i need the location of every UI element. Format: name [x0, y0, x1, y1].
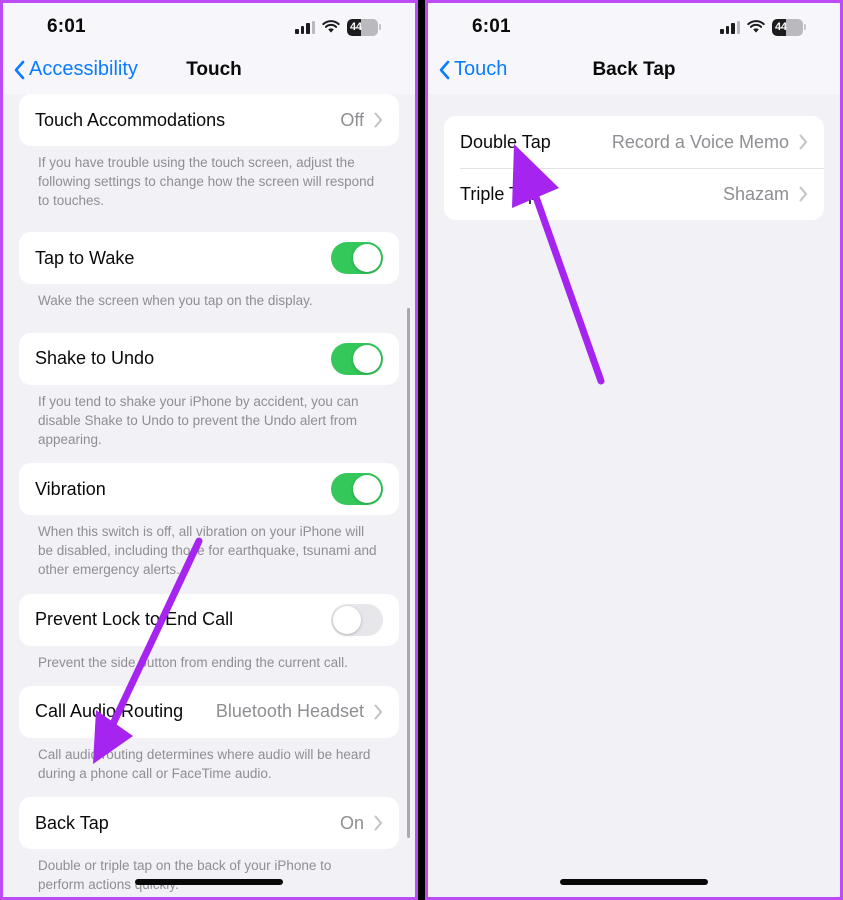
row-label: Touch Accommodations — [35, 109, 226, 130]
row-value: Shazam — [722, 183, 789, 204]
left-settings-list: Touch Accommodations Off If you have tro… — [3, 94, 415, 894]
home-indicator — [560, 879, 708, 885]
footnote-tap-to-wake: Wake the screen when you tap on the disp… — [38, 293, 313, 309]
row-label: Shake to Undo — [35, 348, 155, 369]
card-call-audio-routing: Call Audio Routing Bluetooth Headset — [19, 685, 399, 738]
right-phone-screen: 6:01 44 Touch Back Tap Double Tap Record… — [428, 3, 840, 897]
row-prevent-lock-to-end-call[interactable]: Prevent Lock to End Call — [19, 594, 399, 646]
status-bar-time: 6:01 — [47, 16, 86, 37]
chevron-right-icon — [799, 186, 808, 202]
row-label: Double Tap — [460, 131, 551, 152]
row-tap-to-wake[interactable]: Tap to Wake — [19, 232, 399, 284]
right-phone-frame: 6:01 44 Touch Back Tap Double Tap Record… — [425, 0, 843, 900]
vertical-scrollbar[interactable] — [406, 308, 410, 838]
right-nav-bar: Touch Back Tap — [428, 51, 840, 94]
row-value: Record a Voice Memo — [611, 131, 789, 152]
toggle-knob — [353, 475, 381, 504]
wifi-icon — [747, 20, 765, 34]
status-bar-time: 6:01 — [472, 16, 511, 37]
battery-icon: 44 — [347, 18, 378, 36]
row-label: Tap to Wake — [35, 247, 135, 268]
row-shake-to-undo[interactable]: Shake to Undo — [19, 333, 399, 385]
wifi-icon — [322, 20, 340, 34]
right-page-title: Back Tap — [592, 59, 676, 80]
row-back-tap[interactable]: Back Tap On — [19, 797, 399, 849]
toggle-shake-to-undo[interactable] — [331, 342, 383, 375]
row-touch-accommodations[interactable]: Touch Accommodations Off — [19, 94, 399, 146]
right-settings-list: Double Tap Record a Voice Memo Triple Ta… — [428, 94, 840, 220]
footnote-vibration: When this switch is off, all vibration o… — [38, 524, 377, 578]
screenshot-stage: 6:01 44 Accessibility Touch Touch Accomm… — [0, 0, 843, 900]
left-nav-bar: Accessibility Touch — [3, 51, 415, 94]
toggle-knob — [353, 344, 381, 373]
row-label: Vibration — [35, 478, 106, 499]
footnote-call-audio-routing: Call audio routing determines where audi… — [38, 746, 371, 781]
left-phone-screen: 6:01 44 Accessibility Touch Touch Accomm… — [3, 3, 415, 897]
row-value: Off — [340, 109, 364, 130]
card-shake-to-undo: Shake to Undo — [19, 332, 399, 385]
cellular-bars-icon — [295, 20, 315, 34]
battery-tip — [804, 24, 806, 30]
left-status-bar: 6:01 44 — [3, 3, 415, 51]
card-prevent-lock-to-end-call: Prevent Lock to End Call — [19, 593, 399, 646]
left-page-title: Touch — [186, 59, 242, 80]
card-tap-to-wake: Tap to Wake — [19, 232, 399, 285]
row-label: Back Tap — [35, 812, 109, 833]
status-bar-indicators: 44 — [295, 17, 381, 37]
row-value: Bluetooth Headset — [215, 701, 364, 722]
home-indicator — [135, 879, 283, 885]
row-call-audio-routing[interactable]: Call Audio Routing Bluetooth Headset — [19, 686, 399, 738]
chevron-right-icon — [799, 134, 808, 150]
row-label: Prevent Lock to End Call — [35, 609, 234, 630]
status-bar-indicators: 44 — [720, 17, 806, 37]
row-value: On — [339, 812, 364, 833]
row-vibration[interactable]: Vibration — [19, 463, 399, 515]
left-phone-frame: 6:01 44 Accessibility Touch Touch Accomm… — [0, 0, 418, 900]
footnote-touch-accommodations: If you have trouble using the touch scre… — [38, 155, 375, 209]
row-triple-tap[interactable]: Triple Tap Shazam — [444, 168, 824, 220]
toggle-vibration[interactable] — [331, 473, 383, 506]
footnote-prevent-lock-to-end-call: Prevent the side button from ending the … — [38, 654, 348, 670]
chevron-right-icon — [374, 704, 383, 720]
chevron-right-icon — [374, 815, 383, 831]
card-back-tap-actions: Double Tap Record a Voice Memo Triple Ta… — [444, 116, 824, 220]
chevron-right-icon — [374, 112, 383, 128]
cellular-bars-icon — [720, 20, 740, 34]
battery-icon: 44 — [772, 18, 803, 36]
card-back-tap: Back Tap On — [19, 797, 399, 850]
footnote-back-tap: Double or triple tap on the back of your… — [38, 858, 332, 893]
row-double-tap[interactable]: Double Tap Record a Voice Memo — [444, 116, 824, 168]
footnote-shake-to-undo: If you tend to shake your iPhone by acci… — [38, 393, 359, 447]
card-touch-accommodations: Touch Accommodations Off — [19, 94, 399, 146]
toggle-knob — [333, 605, 361, 634]
battery-tip — [379, 24, 381, 30]
toggle-tap-to-wake[interactable] — [331, 242, 383, 275]
right-status-bar: 6:01 44 — [428, 3, 840, 51]
row-label: Call Audio Routing — [35, 701, 184, 722]
row-label: Triple Tap — [460, 183, 539, 204]
battery-percent-label: 44 — [350, 21, 362, 33]
battery-percent-label: 44 — [775, 21, 787, 33]
toggle-knob — [353, 244, 381, 273]
card-vibration: Vibration — [19, 463, 399, 516]
toggle-prevent-lock-to-end-call[interactable] — [331, 603, 383, 636]
